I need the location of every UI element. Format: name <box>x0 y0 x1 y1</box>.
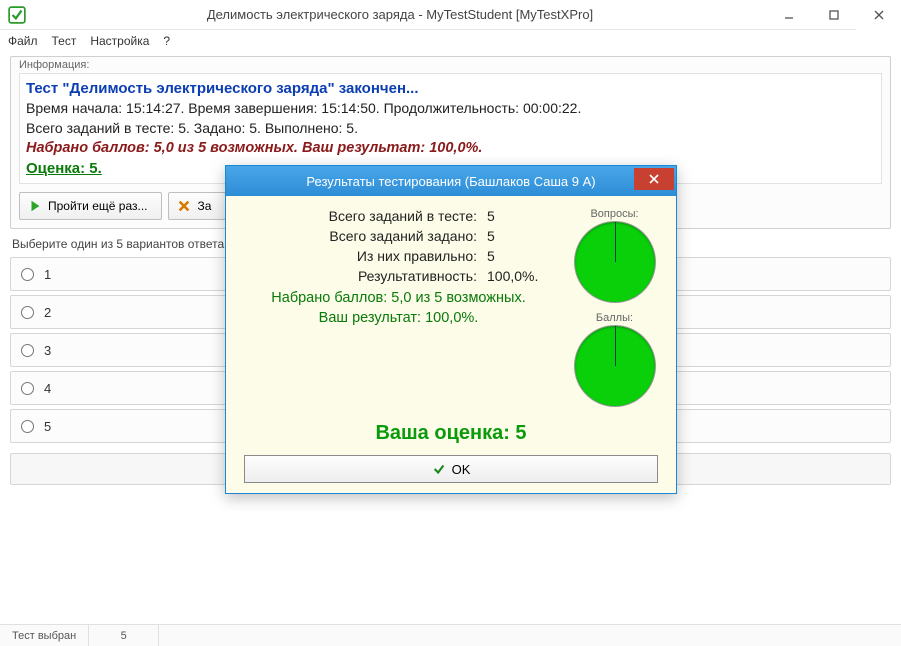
stat-asked-label: Всего заданий задано: <box>240 228 487 244</box>
pie-chart-questions <box>575 222 655 302</box>
close-button[interactable] <box>856 0 901 30</box>
stat-correct-label: Из них правильно: <box>240 248 487 264</box>
answer-radio[interactable] <box>21 382 34 395</box>
chart-questions-label: Вопросы: <box>590 208 638 220</box>
play-icon <box>28 199 42 213</box>
dialog-titlebar[interactable]: Результаты тестирования (Башлаков Саша 9… <box>226 166 676 196</box>
window-titlebar: Делимость электрического заряда - MyTest… <box>0 0 901 30</box>
info-test-finished: Тест "Делимость электрического заряда" з… <box>26 78 875 99</box>
answer-radio[interactable] <box>21 268 34 281</box>
menubar: Файл Тест Настройка ? <box>0 30 901 52</box>
menu-settings[interactable]: Настройка <box>90 34 149 48</box>
info-timing: Время начала: 15:14:27. Время завершения… <box>26 99 875 119</box>
close-test-button[interactable]: За <box>168 192 226 220</box>
stat-total-label: Всего заданий в тесте: <box>240 208 487 224</box>
points-line-1: Набрано баллов: 5,0 из 5 возможных. <box>240 288 557 308</box>
window-title: Делимость электрического заряда - MyTest… <box>34 7 766 22</box>
answer-label: 3 <box>44 343 51 358</box>
dialog-close-button[interactable] <box>634 168 674 190</box>
status-selected: Тест выбран <box>0 625 89 646</box>
info-panel-label: Информация: <box>19 59 882 71</box>
answer-radio[interactable] <box>21 420 34 433</box>
stat-correct-value: 5 <box>487 248 557 264</box>
check-icon <box>432 462 446 476</box>
cancel-icon <box>177 199 191 213</box>
status-bar: Тест выбран 5 <box>0 624 901 646</box>
stat-eff-value: 100,0%. <box>487 268 557 284</box>
info-tasks: Всего заданий в тесте: 5. Задано: 5. Вып… <box>26 119 875 139</box>
app-icon <box>8 6 26 24</box>
answer-radio[interactable] <box>21 306 34 319</box>
answer-label: 4 <box>44 381 51 396</box>
stat-total-value: 5 <box>487 208 557 224</box>
menu-help[interactable]: ? <box>163 34 170 48</box>
ok-label: OK <box>452 462 471 477</box>
answer-label: 2 <box>44 305 51 320</box>
ok-button[interactable]: OK <box>244 455 658 483</box>
menu-test[interactable]: Тест <box>52 34 77 48</box>
status-count: 5 <box>89 625 159 646</box>
info-score: Набрано баллов: 5,0 из 5 возможных. Ваш … <box>26 138 875 158</box>
pie-chart-points <box>575 326 655 406</box>
close-test-label: За <box>197 199 211 213</box>
points-line-2: Ваш результат: 100,0%. <box>240 308 557 328</box>
answer-label: 1 <box>44 267 51 282</box>
retry-button[interactable]: Пройти ещё раз... <box>19 192 162 220</box>
stat-eff-label: Результативность: <box>240 268 487 284</box>
stat-asked-value: 5 <box>487 228 557 244</box>
minimize-button[interactable] <box>766 0 811 30</box>
maximize-button[interactable] <box>811 0 856 30</box>
chart-points-label: Баллы: <box>596 312 633 324</box>
close-icon <box>648 173 660 185</box>
answer-radio[interactable] <box>21 344 34 357</box>
results-dialog: Результаты тестирования (Башлаков Саша 9… <box>225 165 677 494</box>
retry-label: Пройти ещё раз... <box>48 199 147 213</box>
dialog-title: Результаты тестирования (Башлаков Саша 9… <box>306 174 595 189</box>
grade-line: Ваша оценка: 5 <box>240 422 662 445</box>
menu-file[interactable]: Файл <box>8 34 38 48</box>
answer-label: 5 <box>44 419 51 434</box>
